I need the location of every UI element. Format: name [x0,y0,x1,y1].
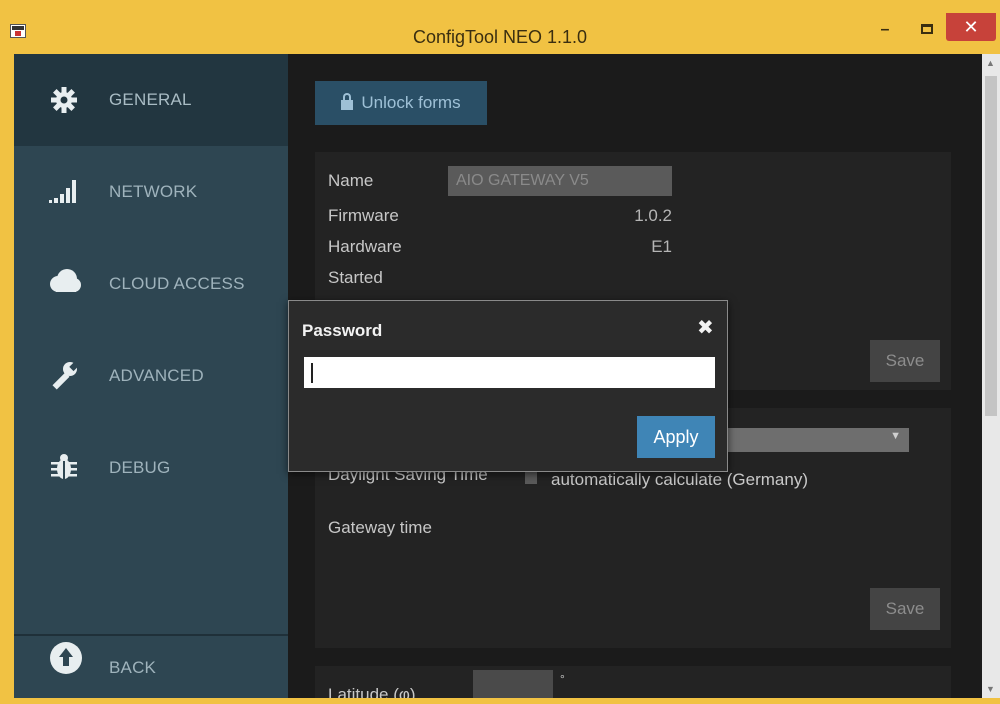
hardware-value: E1 [651,237,672,256]
unlock-forms-button[interactable]: Unlock forms [315,81,487,125]
close-icon[interactable]: ✖ [697,315,714,340]
save-device-button[interactable]: Save [870,340,940,382]
auto-calculate-checkbox[interactable] [525,472,537,484]
sidebar-item-label: DEBUG [109,458,171,477]
hardware-label: Hardware [328,237,402,256]
close-window-button[interactable]: ✕ [946,13,996,41]
dialog-title: Password [302,321,383,340]
password-input[interactable] [304,357,715,388]
cloud-icon [48,268,81,300]
bug-icon [48,452,80,484]
sidebar: GENERAL NETWORK CLOUD ACCESS ADVANCED DE… [14,54,288,698]
sidebar-item-general[interactable]: GENERAL [14,54,288,146]
firmware-label: Firmware [328,206,399,225]
title-bar: ConfigTool NEO 1.1.0 – ✕ [0,0,1000,54]
back-arrow-icon[interactable] [50,642,82,674]
device-name-field[interactable] [448,166,672,196]
wrench-icon [48,360,80,392]
gear-icon [48,84,80,116]
started-label: Started [328,268,383,287]
sidebar-item-label: GENERAL [109,90,192,109]
location-panel: Latitude (φ) ° [315,666,951,698]
degree-symbol: ° [560,672,565,686]
lock-icon [341,93,354,110]
scroll-up-icon[interactable]: ▲ [986,58,995,68]
gateway-time-label: Gateway time [328,518,432,537]
latitude-label: Latitude (φ) [328,685,416,698]
sidebar-item-label: NETWORK [109,182,198,201]
scroll-down-icon[interactable]: ▼ [986,684,995,694]
password-dialog: Password ✖ Apply [288,300,728,472]
auto-calculate-label: automatically calculate (Germany) [551,470,808,489]
sidebar-item-label: ADVANCED [109,366,204,385]
latitude-field[interactable] [473,670,553,698]
window-title: ConfigTool NEO 1.1.0 [412,27,588,47]
firmware-value: 1.0.2 [634,206,672,225]
apply-button[interactable]: Apply [637,416,715,458]
unlock-forms-label: Unlock forms [361,93,461,112]
back-label: BACK [109,658,157,677]
text-caret [311,363,313,383]
scroll-thumb[interactable] [985,76,997,416]
sidebar-item-cloud-access[interactable]: CLOUD ACCESS [14,238,288,330]
signal-bars-icon [48,176,80,208]
sidebar-item-debug[interactable]: DEBUG [14,422,288,514]
minimize-button[interactable]: – [868,15,902,45]
sidebar-item-network[interactable]: NETWORK [14,146,288,238]
timezone-select[interactable]: ▼ [713,428,909,452]
vertical-scrollbar[interactable]: ▲ ▼ [982,54,1000,698]
sidebar-item-label: CLOUD ACCESS [109,274,245,293]
sidebar-item-advanced[interactable]: ADVANCED [14,330,288,422]
maximize-button[interactable] [910,15,944,45]
app-window: ConfigTool NEO 1.1.0 – ✕ GENERAL NETWORK… [0,0,1000,704]
chevron-down-icon: ▼ [890,430,901,442]
name-label: Name [328,171,374,190]
save-time-button[interactable]: Save [870,588,940,630]
maximize-icon [921,24,933,34]
